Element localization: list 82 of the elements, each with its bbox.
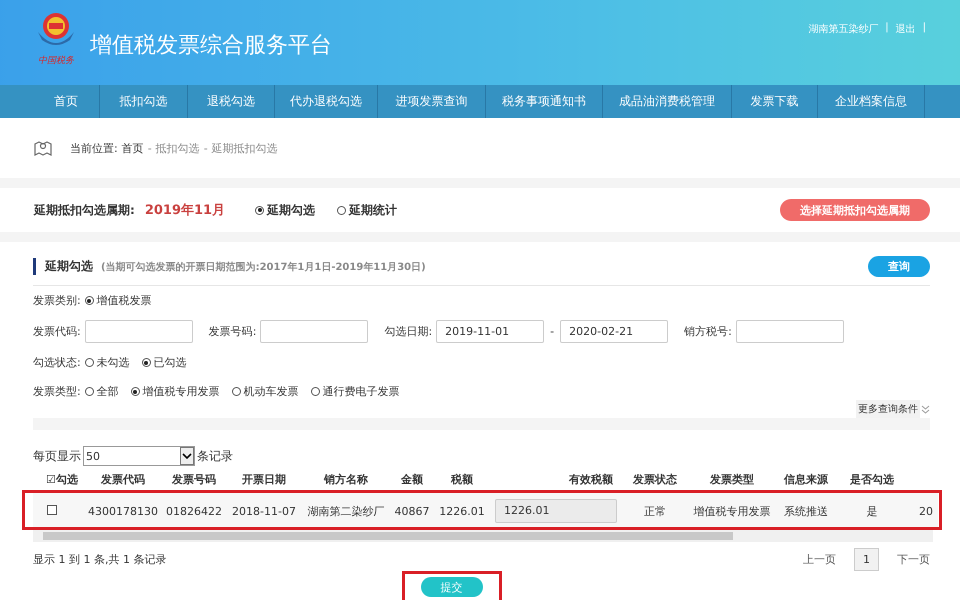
- radio-option[interactable]: 增值税专用发票: [130, 384, 220, 399]
- table-cell-text: 系统推送: [783, 504, 829, 518]
- map-icon: [34, 139, 52, 157]
- column-header: 信息来源: [782, 472, 829, 486]
- input-field[interactable]: 2020-02-21: [560, 320, 668, 343]
- input-field[interactable]: 2019-11-01: [436, 320, 544, 343]
- logo-caption: 中国税务: [38, 54, 74, 67]
- page-size-label: 每页显示: [33, 448, 81, 464]
- radio-option[interactable]: 全部: [84, 384, 119, 399]
- breadcrumb-link[interactable]: 延期抵扣勾选: [212, 140, 278, 156]
- radio-icon[interactable]: [337, 206, 346, 214]
- record-summary: 显示 1 到 1 条,共 1 条记录: [33, 552, 166, 567]
- filter-label: 发票类型:: [33, 384, 81, 399]
- radio-icon[interactable]: [130, 387, 140, 396]
- table-cell-text: 湖南第二染纱厂: [306, 504, 386, 518]
- row-checkbox[interactable]: [47, 504, 57, 514]
- column-header: 销方名称: [322, 472, 369, 486]
- more-conditions-link[interactable]: 更多查询条件: [856, 400, 920, 418]
- radio-icon[interactable]: [84, 358, 94, 367]
- column-header: 发票代码: [100, 472, 146, 486]
- input-field[interactable]: [736, 320, 844, 343]
- radio-icon[interactable]: [255, 206, 264, 214]
- field-label: 发票代码:: [33, 324, 81, 339]
- filter-label: 勾选状态:: [33, 355, 81, 370]
- column-header: ☑勾选: [45, 472, 79, 486]
- separator: |: [885, 22, 889, 35]
- radio-option[interactable]: 延期勾选: [255, 202, 316, 218]
- column-header: 发票状态: [632, 472, 678, 486]
- page-number[interactable]: 1: [854, 548, 879, 571]
- chevron-icon: [921, 404, 930, 414]
- table-cell-text: 1226.01: [438, 504, 486, 518]
- radio-icon[interactable]: [84, 296, 94, 305]
- table-cell-text: 20: [918, 504, 934, 518]
- table-cell-text: 40867: [394, 504, 430, 518]
- radio-icon[interactable]: [232, 387, 241, 396]
- column-header: 金额: [400, 472, 424, 486]
- radio-option[interactable]: 通行费电子发票: [310, 384, 400, 399]
- page-size-select[interactable]: 50: [83, 446, 195, 466]
- breadcrumb-separator: -: [148, 142, 152, 154]
- column-header: 是否勾选: [849, 472, 895, 486]
- radio-option[interactable]: 已勾选: [142, 355, 187, 370]
- tax-field: 1226.01: [495, 499, 617, 523]
- date-separator: -: [550, 325, 554, 338]
- prev-page-link[interactable]: 上一页: [803, 552, 836, 567]
- period-label: 延期抵扣勾选属期:: [34, 202, 135, 218]
- section-title: 延期勾选: [33, 258, 93, 275]
- table-cell-text: 正常: [643, 504, 667, 518]
- radio-option[interactable]: 延期统计: [337, 202, 398, 218]
- table-cell-text: 01826422: [165, 504, 223, 518]
- column-header: 开票日期: [241, 472, 287, 486]
- next-page-link[interactable]: 下一页: [897, 552, 930, 567]
- separator: |: [922, 22, 926, 35]
- period-value: 2019年11月: [144, 202, 226, 219]
- table-cell-text: 是: [866, 504, 878, 518]
- field-label: 发票号码:: [208, 324, 256, 339]
- page-size-suffix: 条记录: [197, 448, 233, 464]
- column-header: 发票类型: [708, 472, 755, 486]
- radio-option[interactable]: 增值税发票: [84, 293, 152, 308]
- radio-icon[interactable]: [310, 387, 320, 396]
- site-title: 增值税发票综合服务平台: [90, 32, 332, 60]
- radio-icon[interactable]: [142, 358, 151, 367]
- section-note: (当期可勾选发票的开票日期范围为:2017年1月1日-2019年11月30日): [101, 260, 426, 274]
- column-header: 税额: [450, 472, 474, 486]
- input-field[interactable]: [84, 320, 193, 343]
- filter-label: 发票类别:: [33, 293, 81, 308]
- radio-option[interactable]: 机动车发票: [232, 384, 299, 399]
- table-cell-text: 增值税专用发票: [692, 504, 772, 518]
- radio-icon[interactable]: [84, 387, 94, 396]
- breadcrumb-link[interactable]: 抵扣勾选: [156, 140, 200, 156]
- breadcrumb-label: 当前位置:: [70, 140, 118, 156]
- table-cell-text: 2018-11-07: [231, 504, 297, 518]
- input-field[interactable]: [260, 320, 368, 343]
- user-name: 湖南第五染纱厂: [808, 22, 878, 36]
- horizontal-scrollbar[interactable]: [33, 530, 933, 542]
- radio-option[interactable]: 未勾选: [84, 355, 130, 370]
- field-label: 销方税号:: [684, 324, 732, 339]
- column-header: 有效税额: [568, 472, 614, 486]
- breadcrumb-link[interactable]: 首页: [122, 140, 144, 156]
- table-cell-text: 4300178130: [87, 504, 159, 518]
- field-label: 勾选日期:: [384, 324, 432, 339]
- column-header: 发票号码: [170, 472, 217, 486]
- breadcrumb-separator: -: [204, 142, 208, 154]
